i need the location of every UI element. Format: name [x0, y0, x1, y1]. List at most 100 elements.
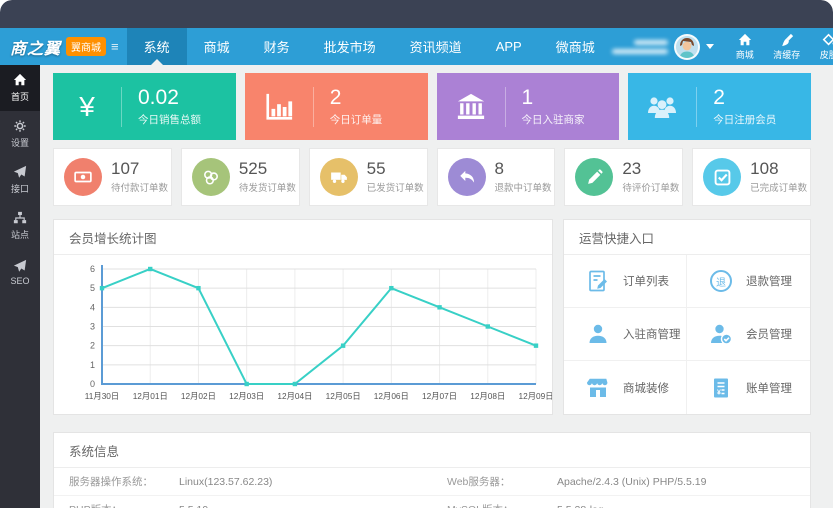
mini-value: 23	[622, 160, 679, 179]
stat-label: 今日订单量	[330, 112, 383, 127]
sysinfo-value: Linux(123.57.62.23)	[179, 476, 272, 488]
nav-item-mall[interactable]: 商城	[187, 28, 247, 65]
app-logo[interactable]: 商之翼 翼商城 ≡	[0, 28, 127, 65]
svg-text:12月08日: 12月08日	[470, 391, 505, 401]
svg-text:12月06日: 12月06日	[374, 391, 409, 401]
quick-entry-billing[interactable]: ¥ 账单管理	[687, 361, 810, 414]
stat-value: 0.02	[138, 86, 201, 110]
tool-label: 清缓存	[773, 48, 800, 61]
nav-item-wechat-mall[interactable]: 微商城	[539, 28, 612, 65]
sysinfo-key: Web服务器：	[447, 474, 557, 489]
sidebar-item-label: 首页	[11, 90, 29, 103]
mini-card-pending-payment: 107 待付款订单数	[53, 148, 172, 206]
app-window: 商之翼 翼商城 ≡ 系统 商城 财务 批发市场 资讯频道 APP 微商城	[0, 0, 833, 508]
mini-value: 8	[495, 160, 552, 179]
quick-entry-shop-decoration[interactable]: 商城装修	[564, 361, 687, 414]
window-titlebar	[0, 0, 833, 28]
system-info-row: 服务器操作系统： Linux(123.57.62.23) Web服务器： Apa…	[54, 468, 810, 496]
nav-item-finance[interactable]: 财务	[247, 28, 307, 65]
stat-card-row: ¥ 0.02 今日销售总额 2 今日订单量	[53, 73, 811, 140]
bill-icon: ¥	[707, 376, 735, 400]
nav-item-app[interactable]: APP	[479, 28, 539, 65]
home-icon	[13, 73, 27, 87]
stat-label: 今日注册会员	[713, 112, 776, 127]
svg-text:12月01日: 12月01日	[133, 391, 168, 401]
quick-entry-refund[interactable]: 退 退款管理	[687, 255, 810, 308]
system-info-row: PHP版本： 5.5.19 MySQL版本： 5.5.28-log	[54, 496, 810, 508]
stat-value: 2	[330, 86, 383, 110]
mini-card-completed: 108 已完成订单数	[692, 148, 811, 206]
logo-text: 商之翼	[10, 35, 61, 59]
sitemap-icon	[13, 211, 27, 225]
quick-entry-label: 会员管理	[746, 326, 792, 342]
mini-value: 525	[239, 160, 296, 179]
svg-text:12月09日: 12月09日	[518, 391, 552, 401]
mini-label: 待付款订单数	[111, 180, 168, 194]
svg-text:12月04日: 12月04日	[277, 391, 312, 401]
tool-clear-cache[interactable]: 清缓存	[766, 28, 808, 65]
stat-value: 2	[713, 86, 776, 110]
svg-text:6: 6	[90, 264, 95, 274]
sidebar-item-label: 设置	[11, 136, 29, 149]
tool-label: 皮肤	[820, 48, 833, 61]
paper-plane-icon	[13, 165, 27, 179]
user-menu[interactable]	[612, 28, 724, 65]
member-growth-chart: 11月30日12月01日12月02日12月03日12月04日12月05日12月0…	[54, 255, 552, 412]
quick-entry-label: 退款管理	[746, 273, 792, 289]
merchant-icon	[584, 322, 612, 346]
svg-text:12月02日: 12月02日	[181, 391, 216, 401]
stat-card-merchants-today: 1 今日入驻商家	[437, 73, 620, 140]
sysinfo-key: PHP版本：	[69, 502, 179, 508]
bank-icon	[437, 92, 505, 122]
order-stat-row: 107 待付款订单数 525 待发货订单数	[53, 148, 811, 206]
panel-title: 会员增长统计图	[54, 220, 552, 255]
svg-text:2: 2	[90, 341, 95, 351]
member-icon	[707, 322, 735, 346]
mini-label: 退款中订单数	[495, 180, 552, 194]
quick-entry-member[interactable]: 会员管理	[687, 308, 810, 361]
undo-arrow-icon	[448, 158, 486, 196]
quick-entry-label: 入驻商管理	[623, 326, 681, 342]
sidebar-item-api[interactable]: 接口	[0, 157, 40, 203]
sidebar-item-seo[interactable]: SEO	[0, 249, 40, 295]
sysinfo-value: 5.5.28-log	[557, 504, 604, 508]
refund-icon: 退	[707, 270, 735, 292]
sysinfo-key: 服务器操作系统：	[69, 474, 179, 489]
stat-label: 今日销售总额	[138, 112, 201, 127]
sidebar-item-settings[interactable]: 设置	[0, 111, 40, 157]
svg-text:3: 3	[90, 322, 95, 332]
quick-entry-merchant[interactable]: 入驻商管理	[564, 308, 687, 361]
tool-shop[interactable]: 商城	[724, 28, 766, 65]
nav-item-wholesale[interactable]: 批发市场	[307, 28, 393, 65]
system-info-panel: 系统信息 服务器操作系统： Linux(123.57.62.23) Web服务器…	[53, 432, 811, 508]
quick-entry-order-list[interactable]: 订单列表	[564, 255, 687, 308]
svg-text:1: 1	[90, 360, 95, 370]
nav-item-system[interactable]: 系统	[127, 28, 187, 65]
skin-icon	[822, 33, 833, 47]
quick-entry-label: 商城装修	[623, 380, 669, 396]
sysinfo-key: MySQL版本：	[447, 502, 557, 508]
left-sidebar: 首页 设置 接口 站点	[0, 65, 40, 508]
menu-collapse-icon[interactable]: ≡	[111, 40, 119, 53]
sidebar-item-site[interactable]: 站点	[0, 203, 40, 249]
toolbar: 商城 清缓存 皮肤 ? 帮助中心	[724, 28, 833, 65]
mini-value: 108	[750, 160, 807, 179]
shop-decor-icon	[584, 376, 612, 400]
sidebar-item-home[interactable]: 首页	[0, 65, 40, 111]
bar-chart-icon	[245, 92, 313, 122]
svg-text:5: 5	[90, 283, 95, 293]
username-blurred	[612, 40, 668, 54]
tool-label: 商城	[736, 48, 754, 61]
avatar[interactable]	[674, 34, 700, 60]
mini-label: 已发货订单数	[367, 180, 424, 194]
sidebar-item-label: 站点	[11, 228, 29, 241]
panel-title: 系统信息	[54, 433, 810, 468]
logo-badge: 翼商城	[66, 37, 106, 56]
stat-label: 今日入驻商家	[522, 112, 585, 127]
dashboard-content: ¥ 0.02 今日销售总额 2 今日订单量	[40, 65, 833, 508]
pencil-icon	[575, 158, 613, 196]
svg-text:12月07日: 12月07日	[422, 391, 457, 401]
tool-skin[interactable]: 皮肤	[808, 28, 833, 65]
svg-text:12月05日: 12月05日	[326, 391, 361, 401]
nav-item-news[interactable]: 资讯频道	[393, 28, 479, 65]
